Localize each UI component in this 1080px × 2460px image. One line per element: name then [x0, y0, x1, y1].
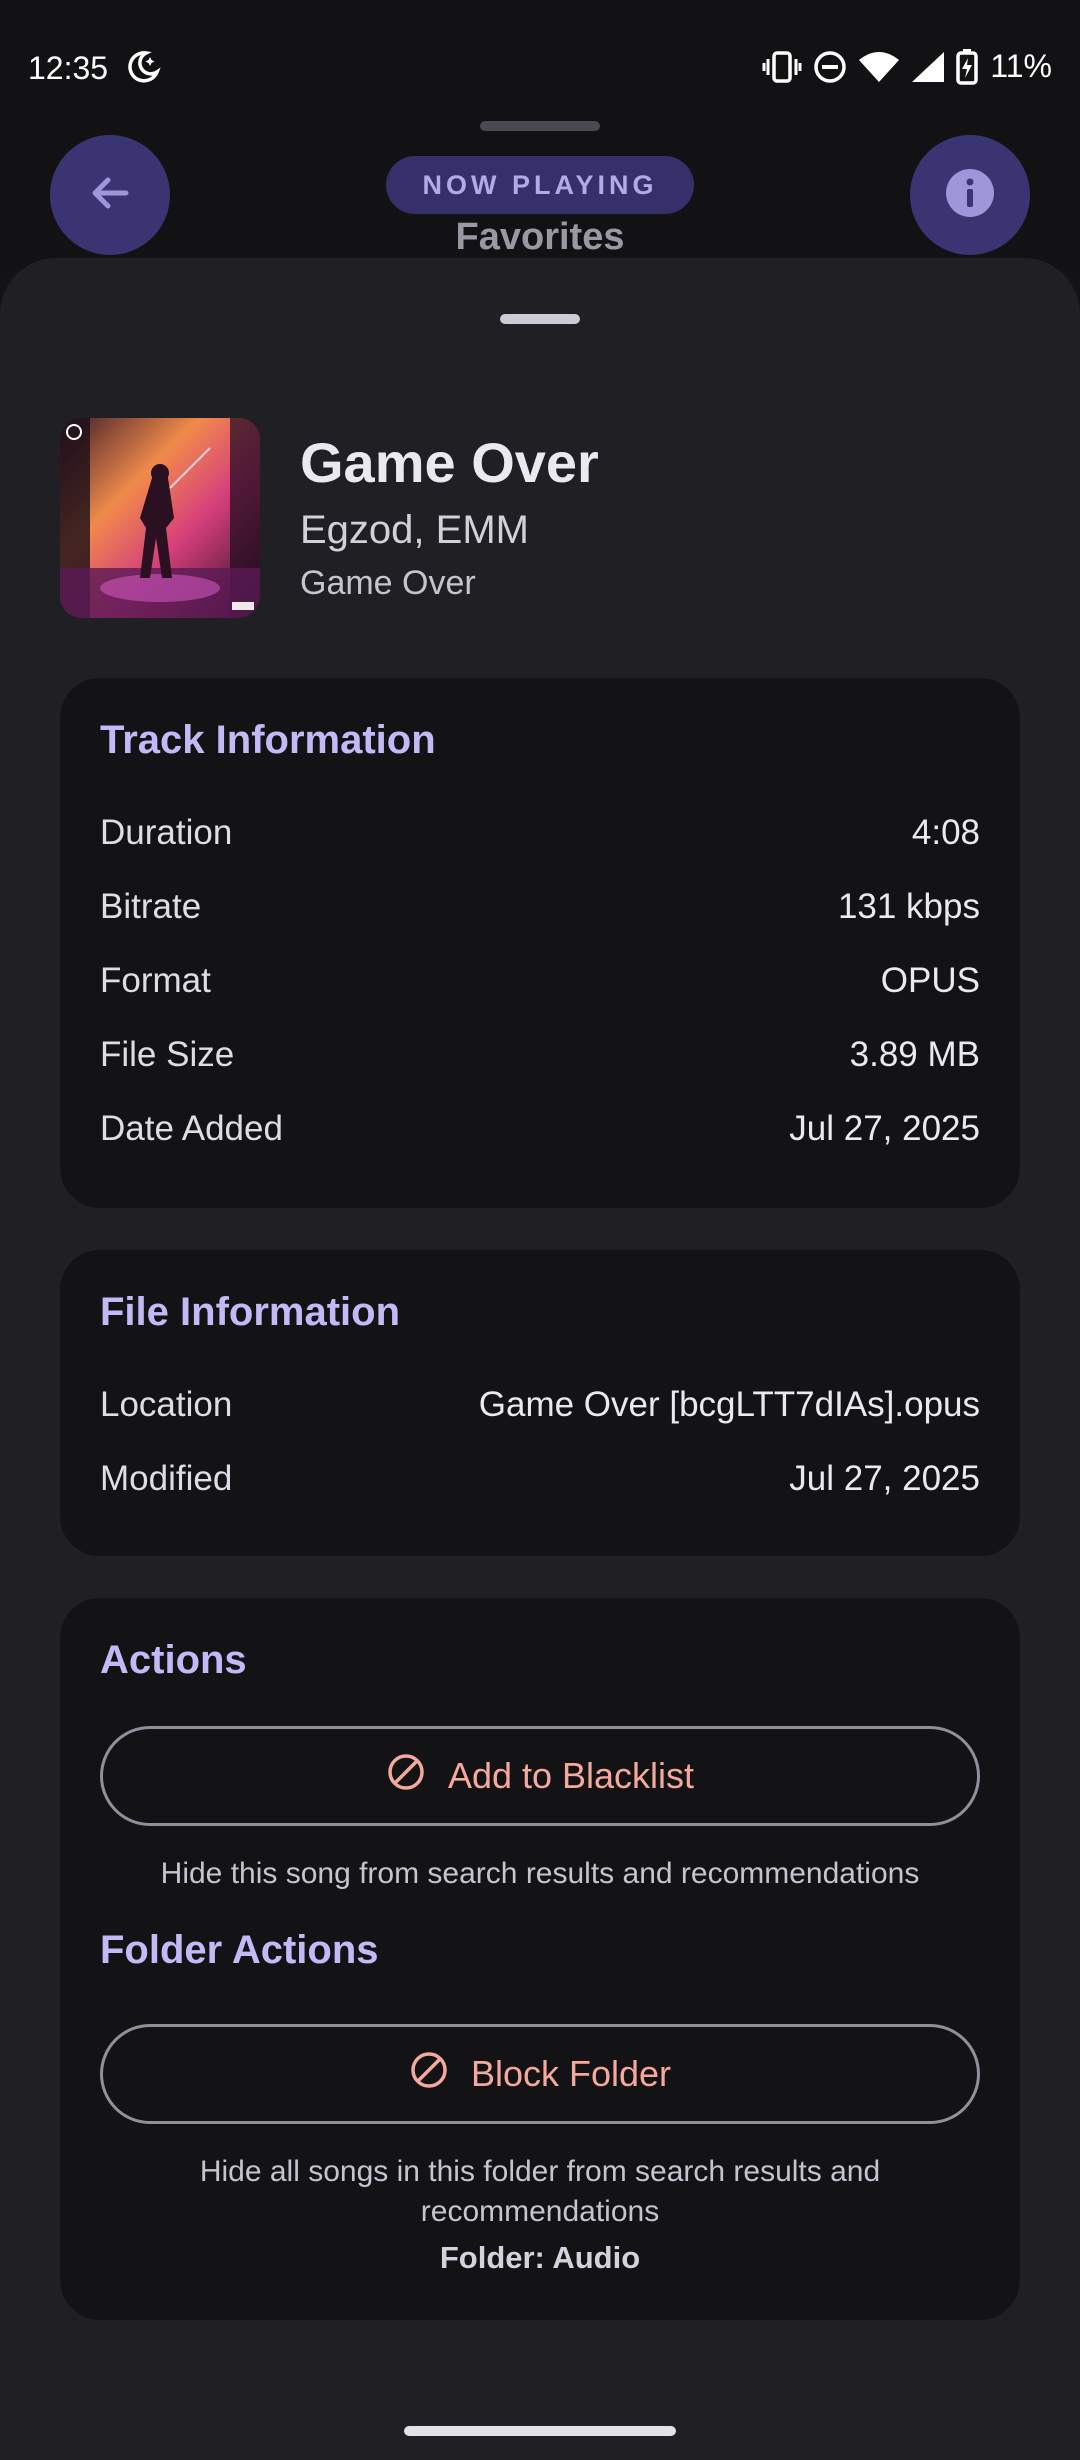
info-row-label: File Size [100, 1035, 235, 1074]
blacklist-caption: Hide this song from search results and r… [160, 1857, 920, 1890]
info-row-value: Game Over [bcgLTT7dIAs].opus [478, 1385, 980, 1424]
track-header: Game Over Egzod, EMM Game Over [60, 418, 1020, 618]
player-drag-handle[interactable] [480, 121, 600, 131]
file-information-card: File Information Location Game Over [bcg… [60, 1250, 1020, 1556]
track-title: Game Over [300, 431, 599, 494]
wifi-icon [858, 50, 900, 84]
status-icons: 11% [762, 48, 1052, 85]
actions-title: Actions [100, 1638, 247, 1682]
actions-card: Actions Add to Blacklist Hide this song … [60, 1598, 1020, 2320]
signal-icon [910, 50, 946, 84]
add-to-blacklist-button[interactable]: Add to Blacklist [100, 1726, 980, 1826]
track-artist: Egzod, EMM [300, 508, 529, 552]
moon-icon [124, 48, 162, 86]
info-row-value: 131 kbps [837, 887, 980, 926]
track-information-title: Track Information [100, 718, 436, 762]
info-row-file-size: File Size 3.89 MB [100, 1030, 980, 1080]
info-row-label: Date Added [100, 1109, 283, 1148]
info-row-label: Bitrate [100, 887, 202, 926]
track-information-card: Track Information Duration 4:08 Bitrate … [60, 678, 1020, 1208]
info-row-date-added: Date Added Jul 27, 2025 [100, 1104, 980, 1154]
file-information-title: File Information [100, 1290, 400, 1334]
song-info-sheet: Game Over Egzod, EMM Game Over Track Inf… [0, 258, 1080, 2460]
info-row-duration: Duration 4:08 [100, 808, 980, 858]
folder-actions-title: Folder Actions [100, 1928, 379, 1972]
block-folder-button[interactable]: Block Folder [100, 2024, 980, 2124]
add-to-blacklist-label: Add to Blacklist [447, 1755, 695, 1796]
back-arrow-icon [86, 169, 134, 222]
gesture-nav-bar[interactable] [404, 2426, 676, 2436]
battery-percent: 11% [990, 48, 1052, 84]
folder-caption-line2: recommendations [420, 2195, 660, 2228]
now-playing-chip: NOW PLAYING [386, 156, 694, 214]
info-row-bitrate: Bitrate 131 kbps [100, 882, 980, 932]
folder-name: Folder: Audio [439, 2240, 641, 2275]
info-row-value: 3.89 MB [849, 1035, 980, 1074]
dnd-icon [812, 49, 848, 85]
folder-caption: Hide all songs in this folder from searc… [100, 2152, 980, 2232]
block-folder-label: Block Folder [470, 2053, 672, 2094]
status-time: 12:35 [28, 50, 109, 86]
album-art [60, 418, 260, 618]
info-row-value: OPUS [880, 961, 980, 1000]
info-row-format: Format OPUS [100, 956, 980, 1006]
battery-charging-icon [956, 48, 979, 85]
track-album: Game Over [300, 564, 476, 602]
block-icon [409, 2050, 449, 2099]
info-row-label: Duration [100, 813, 233, 852]
info-row-location: Location Game Over [bcgLTT7dIAs].opus [100, 1380, 980, 1430]
info-row-label: Modified [100, 1459, 233, 1498]
folder-caption-line1: Hide all songs in this folder from searc… [199, 2155, 881, 2188]
info-row-label: Location [100, 1385, 233, 1424]
info-row-modified: Modified Jul 27, 2025 [100, 1454, 980, 1504]
sheet-drag-handle[interactable] [500, 314, 580, 324]
block-icon [386, 1752, 426, 1801]
info-row-label: Format [100, 961, 211, 1000]
info-button[interactable] [910, 135, 1030, 255]
info-row-value: 4:08 [911, 813, 980, 852]
vibrate-icon [762, 49, 802, 85]
info-row-value: Jul 27, 2025 [789, 1109, 980, 1148]
info-row-value: Jul 27, 2025 [789, 1459, 980, 1498]
info-icon [944, 167, 996, 224]
